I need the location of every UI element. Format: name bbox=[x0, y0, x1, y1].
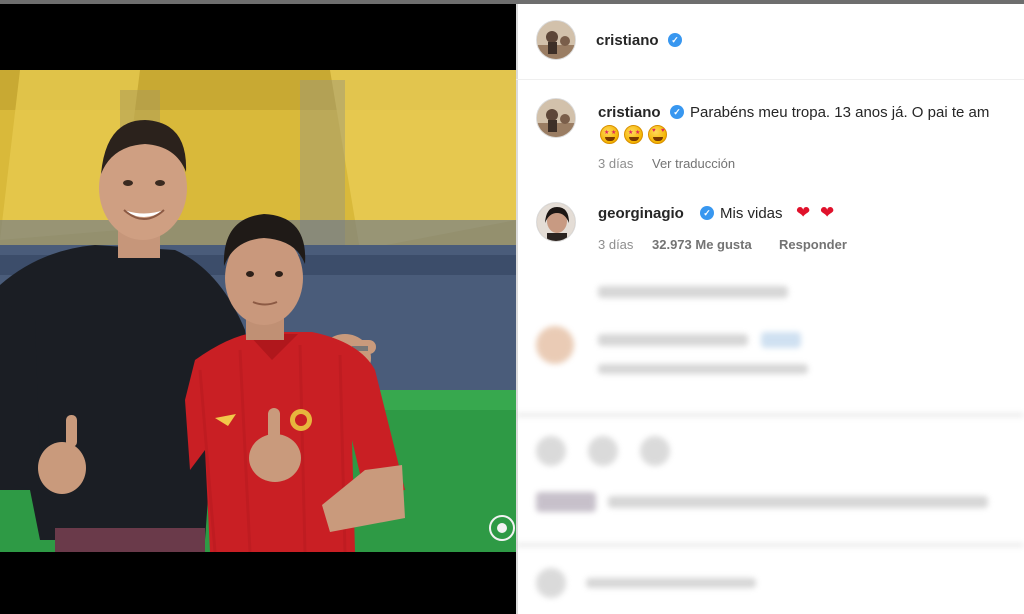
caption-username[interactable]: cristiano bbox=[598, 104, 661, 121]
caption-time[interactable]: 3 días bbox=[598, 156, 633, 171]
see-translation-button[interactable]: Ver traducción bbox=[652, 156, 735, 171]
reply-button[interactable]: Responder bbox=[779, 237, 847, 252]
comment-username[interactable]: georginagio bbox=[598, 205, 684, 222]
verified-badge-icon: ✓ bbox=[668, 33, 682, 47]
red-heart-emoji-icon: ❤ bbox=[820, 203, 835, 222]
smiling-face-with-hearts-emoji-icon: ♥ ♥ bbox=[648, 125, 667, 144]
verified-badge-icon: ✓ bbox=[700, 206, 714, 220]
red-heart-emoji-icon: ❤ bbox=[796, 203, 811, 222]
caption-avatar[interactable] bbox=[536, 98, 576, 138]
post-photo[interactable] bbox=[0, 70, 516, 552]
post-side-pane: cristiano ✓ cristiano ✓ Parabéns meu tro… bbox=[516, 4, 1024, 614]
header-username[interactable]: cristiano bbox=[596, 32, 659, 49]
verified-badge-icon: ✓ bbox=[670, 105, 684, 119]
post-media-pane bbox=[0, 4, 516, 614]
star-struck-emoji-icon: ★ ★ bbox=[624, 125, 643, 144]
comment-likes[interactable]: 32.973 Me gusta bbox=[652, 237, 752, 252]
header-avatar[interactable] bbox=[536, 20, 576, 60]
comment-avatar[interactable] bbox=[536, 202, 576, 242]
star-struck-emoji-icon: ★ ★ bbox=[600, 125, 619, 144]
comment-text: Mis vidas bbox=[720, 205, 783, 222]
caption-text: Parabéns meu tropa. 13 anos já. O pai te… bbox=[690, 104, 990, 121]
post-header: cristiano ✓ bbox=[516, 4, 1024, 80]
blurred-comments-area bbox=[516, 264, 1024, 614]
comment-time[interactable]: 3 días bbox=[598, 237, 633, 252]
